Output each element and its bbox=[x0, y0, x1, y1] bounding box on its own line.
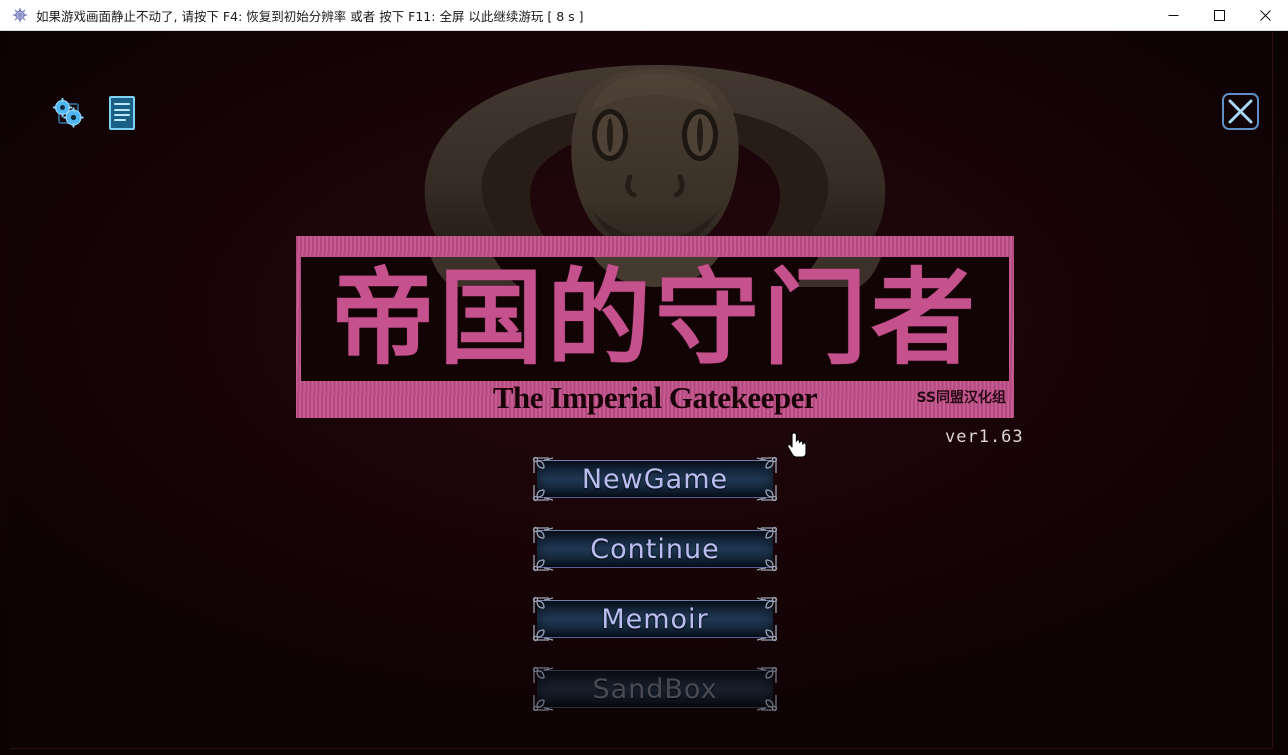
settings-gears-icon[interactable] bbox=[48, 91, 88, 135]
version-label: ver1.63 bbox=[945, 427, 1024, 447]
tool-icon-bar bbox=[48, 91, 142, 135]
maximize-icon bbox=[1213, 9, 1225, 21]
close-icon bbox=[1259, 9, 1271, 21]
app-window: 如果游戏画面静止不动了, 请按下 F4: 恢复到初始分辨率 或者 按下 F11:… bbox=[0, 0, 1288, 755]
close-icon bbox=[1228, 99, 1253, 124]
cobra-background-art bbox=[424, 65, 886, 253]
window-title: 如果游戏画面静止不动了, 请按下 F4: 恢复到初始分辨率 或者 按下 F11:… bbox=[36, 8, 584, 24]
minimize-icon bbox=[1168, 14, 1178, 16]
menu-button-continue[interactable]: Continue bbox=[531, 525, 779, 573]
minimize-button[interactable] bbox=[1150, 0, 1196, 31]
maximize-button[interactable] bbox=[1196, 0, 1242, 31]
game-canvas: 帝国的守门者 The Imperial Gatekeeper SS同盟汉化组 v… bbox=[10, 31, 1273, 749]
menu-button-label: SandBox bbox=[592, 673, 718, 705]
menu-button-label: Continue bbox=[590, 533, 720, 565]
menu-button-label: Memoir bbox=[601, 603, 709, 635]
window-controls bbox=[1150, 0, 1288, 31]
game-logo: 帝国的守门者 The Imperial Gatekeeper SS同盟汉化组 bbox=[296, 236, 1014, 418]
close-button[interactable] bbox=[1242, 0, 1288, 31]
main-menu: NewGame Continue Memoir SandBox bbox=[531, 455, 779, 735]
logo-title-en: The Imperial Gatekeeper bbox=[492, 380, 818, 415]
title-bar: 如果游戏画面静止不动了, 请按下 F4: 恢复到初始分辨率 或者 按下 F11:… bbox=[0, 0, 1288, 31]
menu-button-sandbox[interactable]: SandBox bbox=[531, 665, 779, 713]
menu-button-new-game[interactable]: NewGame bbox=[531, 455, 779, 503]
menu-button-label: NewGame bbox=[581, 463, 729, 495]
snowflake-icon bbox=[12, 7, 28, 23]
game-close-button[interactable] bbox=[1222, 93, 1259, 130]
game-viewport: 帝国的守门者 The Imperial Gatekeeper SS同盟汉化组 v… bbox=[0, 31, 1288, 755]
pointing-hand-cursor bbox=[787, 432, 807, 458]
logo-translation-credit: SS同盟汉化组 bbox=[916, 390, 1006, 406]
document-list-icon[interactable] bbox=[102, 91, 142, 135]
menu-button-memoir[interactable]: Memoir bbox=[531, 595, 779, 643]
logo-title-cn: 帝国的守门者 bbox=[330, 257, 979, 379]
